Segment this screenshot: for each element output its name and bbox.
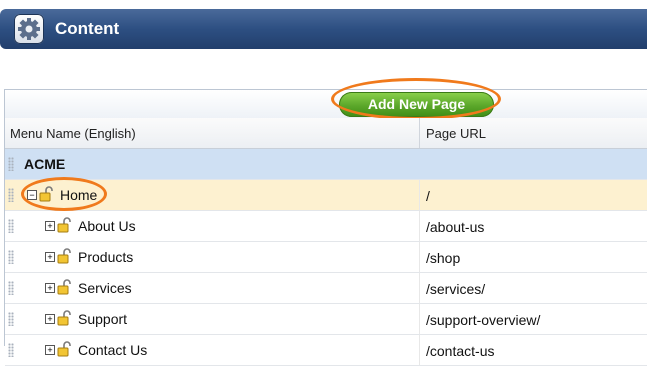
column-divider — [419, 180, 420, 210]
expand-icon[interactable]: + — [45, 314, 55, 324]
row-url: /shop — [426, 250, 461, 266]
drag-handle[interactable] — [8, 281, 14, 295]
column-divider — [419, 118, 420, 148]
drag-handle[interactable] — [8, 219, 14, 233]
row-name: Contact Us — [78, 342, 148, 358]
row-name: Services — [78, 280, 132, 296]
drag-handle[interactable] — [8, 343, 14, 357]
unlocked-padlock-icon[interactable] — [57, 248, 71, 264]
unlocked-padlock-icon[interactable] — [57, 341, 71, 357]
row-url: /services/ — [426, 281, 486, 297]
column-header-url[interactable]: Page URL — [426, 126, 486, 141]
column-divider — [419, 304, 420, 334]
highlight-ring-add-button — [331, 78, 501, 120]
drag-handle[interactable] — [8, 312, 14, 326]
gear-icon — [14, 14, 44, 44]
drag-handle[interactable] — [8, 157, 14, 171]
content-tree-panel: Add New Page Menu Name (English) Page UR… — [4, 78, 647, 366]
row-url: /about-us — [426, 219, 485, 235]
column-divider — [419, 335, 420, 365]
unlocked-padlock-icon[interactable] — [57, 279, 71, 295]
column-divider — [419, 242, 420, 272]
tree-row-services[interactable]: + Services /services/ — [5, 273, 647, 304]
page-title: Content — [55, 19, 120, 38]
unlocked-padlock-icon[interactable] — [57, 217, 71, 233]
row-url: /contact-us — [426, 343, 495, 359]
tree-row-contact-us[interactable]: + Contact Us /contact-us — [5, 335, 647, 366]
row-url: /support-overview/ — [426, 312, 541, 328]
expand-icon[interactable]: + — [45, 345, 55, 355]
unlocked-padlock-icon[interactable] — [57, 310, 71, 326]
tree-row-about-us[interactable]: + About Us /about-us — [5, 211, 647, 242]
tree-row-products[interactable]: + Products /shop — [5, 242, 647, 273]
row-name: About Us — [78, 218, 136, 234]
column-header-name[interactable]: Menu Name (English) — [10, 126, 136, 141]
column-header-row: Menu Name (English) Page URL — [5, 118, 647, 149]
expand-icon[interactable]: + — [45, 283, 55, 293]
row-name: ACME — [24, 156, 66, 172]
app-header: Content — [0, 9, 647, 49]
drag-handle[interactable] — [8, 250, 14, 264]
drag-handle[interactable] — [8, 188, 14, 202]
highlight-ring-home — [21, 177, 107, 211]
tree-row-support[interactable]: + Support /support-overview/ — [5, 304, 647, 335]
expand-icon[interactable]: + — [45, 221, 55, 231]
column-divider — [419, 273, 420, 303]
row-name: Products — [78, 249, 134, 265]
tree-row-root[interactable]: ACME — [5, 149, 647, 180]
expand-icon[interactable]: + — [45, 252, 55, 262]
toolbar: Add New Page — [5, 90, 647, 119]
row-url: / — [426, 188, 430, 204]
row-name: Support — [78, 311, 128, 327]
column-divider — [419, 211, 420, 241]
